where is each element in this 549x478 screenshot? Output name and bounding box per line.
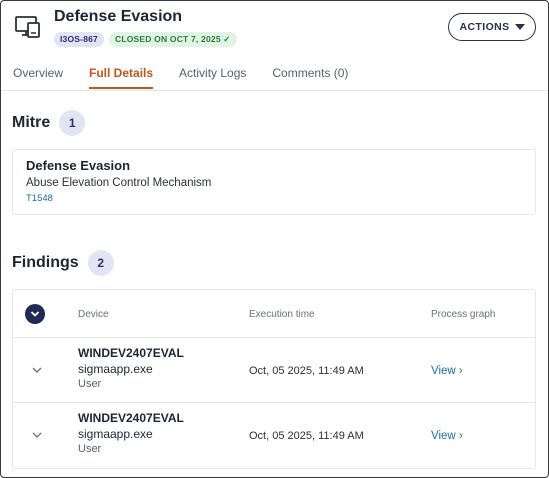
status-badge: CLOSED ON OCT 7, 2025 ✓ [108,32,237,47]
column-header-time: Execution time [249,309,315,320]
chevron-down-icon[interactable] [31,364,43,376]
chevron-down-icon [30,311,40,317]
device-cell: WINDEV2407EVAL sigmaapp.exe User [78,346,184,390]
mitre-technique: Abuse Elevation Control Mechanism [26,177,212,189]
chevron-down-icon[interactable] [31,429,43,441]
tab-overview[interactable]: Overview [13,66,63,89]
tab-comments[interactable]: Comments (0) [272,66,348,89]
actions-button[interactable]: ACTIONS [448,13,536,41]
findings-heading: Findings [12,254,79,271]
findings-table: Device Execution time Process graph WIND… [12,289,536,469]
column-header-graph: Process graph [431,309,496,320]
tab-divider [1,90,548,91]
incident-id-badge: I3OS-867 [54,32,104,47]
mitre-count-badge: 1 [59,110,86,136]
device-user: User [78,378,102,390]
device-user: User [78,443,102,455]
findings-section-title: Findings 2 [12,250,114,276]
mitre-technique-link[interactable]: T1548 [26,193,522,204]
execution-time-cell: Oct, 05 2025, 11:49 AM [249,430,364,442]
device-process: sigmaapp.exe [78,427,153,441]
device-hostname: WINDEV2407EVAL [78,346,184,360]
monitor-device-icon [15,16,40,38]
expand-all-button[interactable] [25,304,45,324]
table-row[interactable]: WINDEV2407EVAL sigmaapp.exe User Oct, 05… [13,338,535,403]
actions-label: ACTIONS [459,21,510,33]
view-process-graph-link[interactable]: View › [431,430,463,442]
table-header-row: Device Execution time Process graph [13,290,535,338]
device-cell: WINDEV2407EVAL sigmaapp.exe User [78,411,184,455]
device-hostname: WINDEV2407EVAL [78,411,184,425]
tab-bar: Overview Full Details Activity Logs Comm… [13,66,374,89]
mitre-tactic: Defense Evasion [26,158,131,173]
mitre-heading: Mitre [12,114,51,131]
findings-count-badge: 2 [87,250,114,276]
mitre-section-title: Mitre 1 [12,110,86,136]
execution-time-cell: Oct, 05 2025, 11:49 AM [249,365,364,377]
table-row[interactable]: WINDEV2407EVAL sigmaapp.exe User Oct, 05… [13,403,535,468]
tab-activity-logs[interactable]: Activity Logs [179,66,246,89]
detail-panel: Defense Evasion I3OS-867 CLOSED ON OCT 7… [0,0,549,478]
tab-full-details[interactable]: Full Details [89,66,154,89]
column-header-device: Device [78,309,109,320]
page-title: Defense Evasion [54,8,183,25]
mitre-card: Defense Evasion Abuse Elevation Control … [12,149,536,215]
device-process: sigmaapp.exe [78,362,153,376]
view-process-graph-link[interactable]: View › [431,365,463,377]
badge-group: I3OS-867 CLOSED ON OCT 7, 2025 ✓ [54,32,237,47]
caret-down-icon [514,24,525,30]
